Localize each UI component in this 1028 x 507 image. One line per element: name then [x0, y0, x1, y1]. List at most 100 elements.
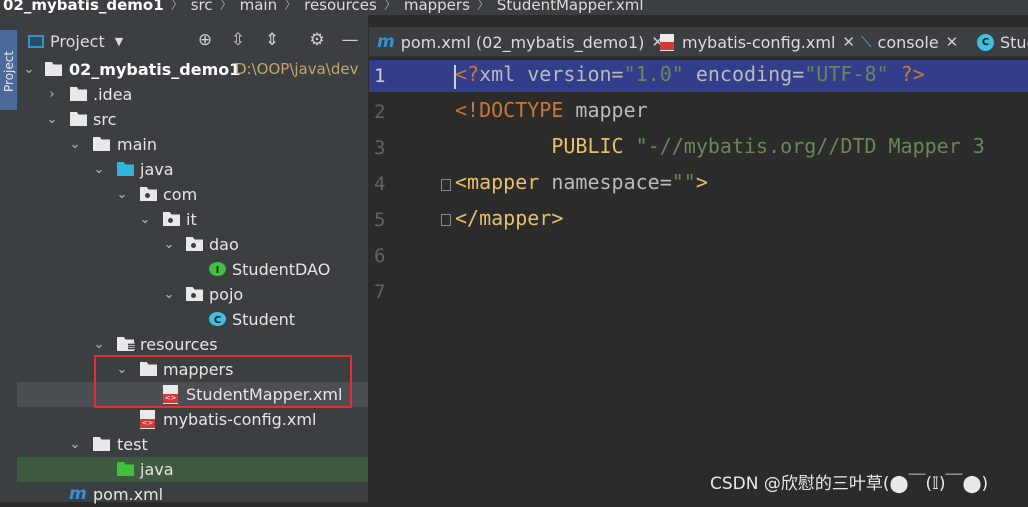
folder-icon: [93, 137, 110, 151]
tree-item-label: resources: [140, 335, 218, 354]
chevron-right-icon: 〉: [219, 0, 233, 13]
chevron-right-icon: ›: [49, 87, 55, 102]
package-icon: [186, 237, 203, 251]
chevron-down-icon: ⌄: [46, 112, 58, 127]
tree-root-path: D:\OOP\java\dev: [235, 60, 359, 78]
tree-item-label: java: [140, 460, 174, 479]
minimize-icon[interactable]: —: [339, 30, 361, 50]
tree-item-label: src: [93, 110, 117, 129]
fold-marker-icon[interactable]: [441, 214, 451, 226]
class-icon: C: [977, 33, 994, 51]
code-area[interactable]: <?xml version="1.0" encoding="UTF-8" ?> …: [455, 56, 985, 230]
tab-pom-xml[interactable]: m pom.xml (02_mybatis_demo1) ✕: [377, 30, 664, 54]
resources-badge-icon: [128, 343, 135, 350]
project-icon: [28, 35, 44, 48]
breadcrumb-main[interactable]: main: [240, 0, 277, 13]
code-line-2: <!DOCTYPE mapper: [455, 98, 648, 122]
line-number: 1: [374, 65, 386, 87]
tree-item-label: Student: [232, 310, 295, 329]
tab-console[interactable]: ⟍ console ✕: [861, 30, 958, 54]
collapse-all-icon[interactable]: ⇕: [261, 30, 283, 50]
tree-item-java-source[interactable]: ⌄ java: [17, 157, 368, 182]
expand-all-icon[interactable]: ⇳: [227, 30, 249, 50]
highlight-box: [94, 355, 352, 408]
xml-file-icon: [660, 33, 674, 51]
tree-item-resources[interactable]: ⌄ resources: [17, 332, 368, 357]
breadcrumb-file[interactable]: StudentMapper.xml: [497, 0, 644, 13]
editor-tabs: m pom.xml (02_mybatis_demo1) ✕ mybatis-c…: [369, 27, 1028, 57]
code-line-1: <?xml version="1.0" encoding="UTF-8" ?>: [455, 62, 925, 86]
test-folder-icon: [117, 462, 134, 476]
tree-item-mybatis-config-xml[interactable]: mybatis-config.xml: [17, 407, 368, 432]
code-line-5: </mapper>: [455, 206, 564, 230]
chevron-right-icon: 〉: [383, 0, 397, 13]
project-panel-toolbar: Project ▼ ⊕ ⇳ ⇕ ⚙ —: [17, 27, 368, 55]
sql-console-icon: ⟍: [861, 33, 872, 51]
tree-item-dao[interactable]: ⌄ dao: [17, 232, 368, 257]
package-icon: [140, 187, 157, 201]
chevron-down-icon: ⌄: [69, 137, 81, 152]
chevron-right-icon: 〉: [284, 0, 298, 13]
folder-icon: [45, 62, 62, 76]
tree-item-label: pom.xml: [93, 485, 164, 504]
maven-icon: m: [69, 484, 87, 504]
tree-root-label: 02_mybatis_demo1: [69, 60, 241, 79]
line-number: 7: [374, 281, 386, 303]
watermark: CSDN @欣慰的三叶草(⬤￣(𝕀)￣⬤): [710, 474, 989, 494]
maven-icon: m: [377, 32, 395, 52]
breadcrumb-resources[interactable]: resources: [304, 0, 377, 13]
chevron-right-icon: 〉: [476, 0, 490, 13]
line-number: 6: [374, 245, 386, 267]
project-view-selector[interactable]: Project ▼: [28, 32, 123, 51]
chevron-down-icon: ⌄: [23, 62, 35, 77]
tree-item-pojo[interactable]: ⌄ pojo: [17, 282, 368, 307]
tab-label: Stud: [1000, 32, 1028, 52]
line-number: 4: [374, 173, 386, 195]
folder-icon: [93, 437, 110, 451]
chevron-down-icon: ⌄: [69, 437, 81, 452]
tab-mybatis-config-xml[interactable]: mybatis-config.xml ✕: [660, 30, 855, 54]
tab-label: pom.xml (02_mybatis_demo1): [400, 32, 645, 52]
breadcrumb-mappers[interactable]: mappers: [404, 0, 470, 13]
fold-marker-icon[interactable]: [441, 179, 451, 191]
project-tool-tab[interactable]: Project: [0, 30, 17, 110]
tab-student[interactable]: C Stud: [977, 30, 1028, 54]
chevron-down-icon: ⌄: [93, 162, 105, 177]
tree-item-label: dao: [209, 235, 239, 254]
source-folder-icon: [117, 162, 134, 176]
tree-item-label: .idea: [93, 85, 133, 104]
line-number: 3: [374, 137, 386, 159]
tab-label: console: [877, 32, 939, 52]
chevron-down-icon: ⌄: [163, 237, 175, 252]
tree-item-main[interactable]: ⌄ main: [17, 132, 368, 157]
tree-item-java-test[interactable]: java: [17, 457, 368, 482]
tree-item-student[interactable]: C Student: [17, 307, 368, 332]
line-number: 5: [374, 209, 386, 231]
tab-label: mybatis-config.xml: [682, 32, 836, 52]
tree-item-studentdao[interactable]: I StudentDAO: [17, 257, 368, 282]
tree-item-label: main: [117, 135, 157, 154]
chevron-down-icon: ⌄: [163, 287, 175, 302]
tree-item-it[interactable]: ⌄ it: [17, 207, 368, 232]
tree-item-src[interactable]: ⌄ src: [17, 107, 368, 132]
class-icon: C: [209, 312, 226, 326]
target-icon[interactable]: ⊕: [194, 30, 216, 50]
chevron-down-icon: ⌄: [116, 187, 128, 202]
gear-icon[interactable]: ⚙: [306, 30, 328, 50]
tree-item-label: pojo: [209, 285, 244, 304]
tree-root[interactable]: ⌄ 02_mybatis_demo1 D:\OOP\java\dev: [17, 57, 368, 82]
tree-item-idea[interactable]: › .idea: [17, 82, 368, 107]
close-icon[interactable]: ✕: [842, 33, 855, 51]
tree-item-pom-xml[interactable]: m pom.xml: [17, 482, 368, 507]
tree-item-label: com: [163, 185, 198, 204]
xml-file-icon: [140, 410, 155, 429]
tree-item-com[interactable]: ⌄ com: [17, 182, 368, 207]
breadcrumb: 02_mybatis_demo1 〉 src 〉 main 〉 resources 〉 mapp…: [0, 0, 1028, 15]
breadcrumb-src[interactable]: src: [191, 0, 213, 13]
code-line-3: PUBLIC "-//mybatis.org//DTD Mapper 3: [455, 134, 985, 158]
tree-item-test[interactable]: ⌄ test: [17, 432, 368, 457]
breadcrumb-project[interactable]: 02_mybatis_demo1: [0, 0, 164, 13]
package-icon: [186, 287, 203, 301]
close-icon[interactable]: ✕: [946, 33, 959, 51]
tree-item-label: it: [186, 210, 197, 229]
